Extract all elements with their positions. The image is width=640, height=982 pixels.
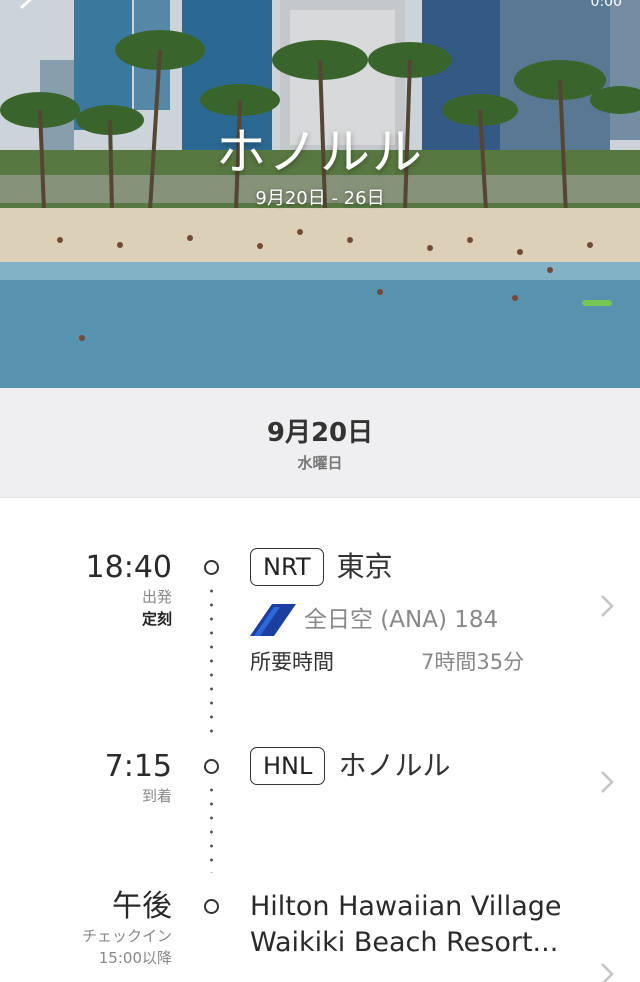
- itinerary-timeline: 18:40 出発 定刻 NRT 東京 全日空 (ANA) 184 所要時間 7時…: [0, 498, 640, 982]
- departure-airport-code: NRT: [250, 548, 324, 586]
- hotel-row[interactable]: Hilton Hawaiian Village Waikiki Beach Re…: [250, 889, 590, 961]
- timeline-node: [204, 759, 219, 774]
- arrival-time: 7:15: [104, 749, 172, 784]
- day-date: 9月20日: [266, 418, 374, 448]
- hotel-checkin-label: チェックイン: [81, 927, 172, 945]
- hotel-name-line2: Waikiki Beach Resort...: [250, 927, 559, 958]
- timeline-connector: [210, 584, 213, 734]
- departure-time-block: 18:40 出発 定刻: [0, 550, 172, 630]
- departure-airport-row[interactable]: NRT 東京: [250, 548, 590, 586]
- airline-flight-number: 全日空 (ANA) 184: [304, 607, 499, 633]
- departure-time: 18:40: [85, 550, 172, 585]
- departure-label: 出発: [141, 588, 172, 606]
- timeline-connector: [210, 783, 213, 873]
- hotel-time-block: 午後 チェックイン 15:00以降: [0, 889, 172, 969]
- duration-label: 所要時間: [250, 650, 334, 674]
- back-chevron-icon[interactable]: [12, 0, 42, 22]
- departure-status: 定刻: [141, 610, 172, 628]
- duration-value: 7時間35分: [421, 650, 525, 674]
- day-header: 9月20日 水曜日: [0, 388, 640, 498]
- arrival-details-chevron-right-icon[interactable]: [600, 770, 614, 794]
- destination-title: ホノルル: [216, 123, 424, 181]
- timeline-node: [204, 899, 219, 914]
- arrival-time-block: 7:15 到着: [0, 749, 172, 807]
- arrival-label: 到着: [141, 787, 172, 805]
- arrival-airport-code: HNL: [250, 747, 326, 785]
- arrival-airport-row[interactable]: HNL ホノルル: [250, 747, 590, 785]
- trip-date-range: 9月20日 - 26日: [255, 188, 385, 209]
- arrival-city: ホノルル: [338, 749, 451, 782]
- hotel-name-line1: Hilton Hawaiian Village: [250, 891, 562, 922]
- hero-image: 0:00 ホノルル 9月20日 - 26日: [0, 0, 640, 388]
- airline-row[interactable]: 全日空 (ANA) 184: [250, 602, 580, 638]
- timeline-node: [204, 560, 219, 575]
- departure-city: 東京: [336, 550, 393, 583]
- ana-logo-icon: [250, 604, 296, 636]
- hotel-checkin-time: 15:00以降: [98, 949, 172, 967]
- status-bar-fragment: 0:00: [590, 0, 622, 10]
- hotel-time: 午後: [112, 889, 172, 924]
- duration-row: 所要時間 7時間35分: [250, 646, 580, 678]
- flight-details-chevron-right-icon[interactable]: [600, 594, 614, 618]
- hotel-details-chevron-right-icon[interactable]: [600, 962, 614, 982]
- day-weekday: 水曜日: [297, 454, 343, 472]
